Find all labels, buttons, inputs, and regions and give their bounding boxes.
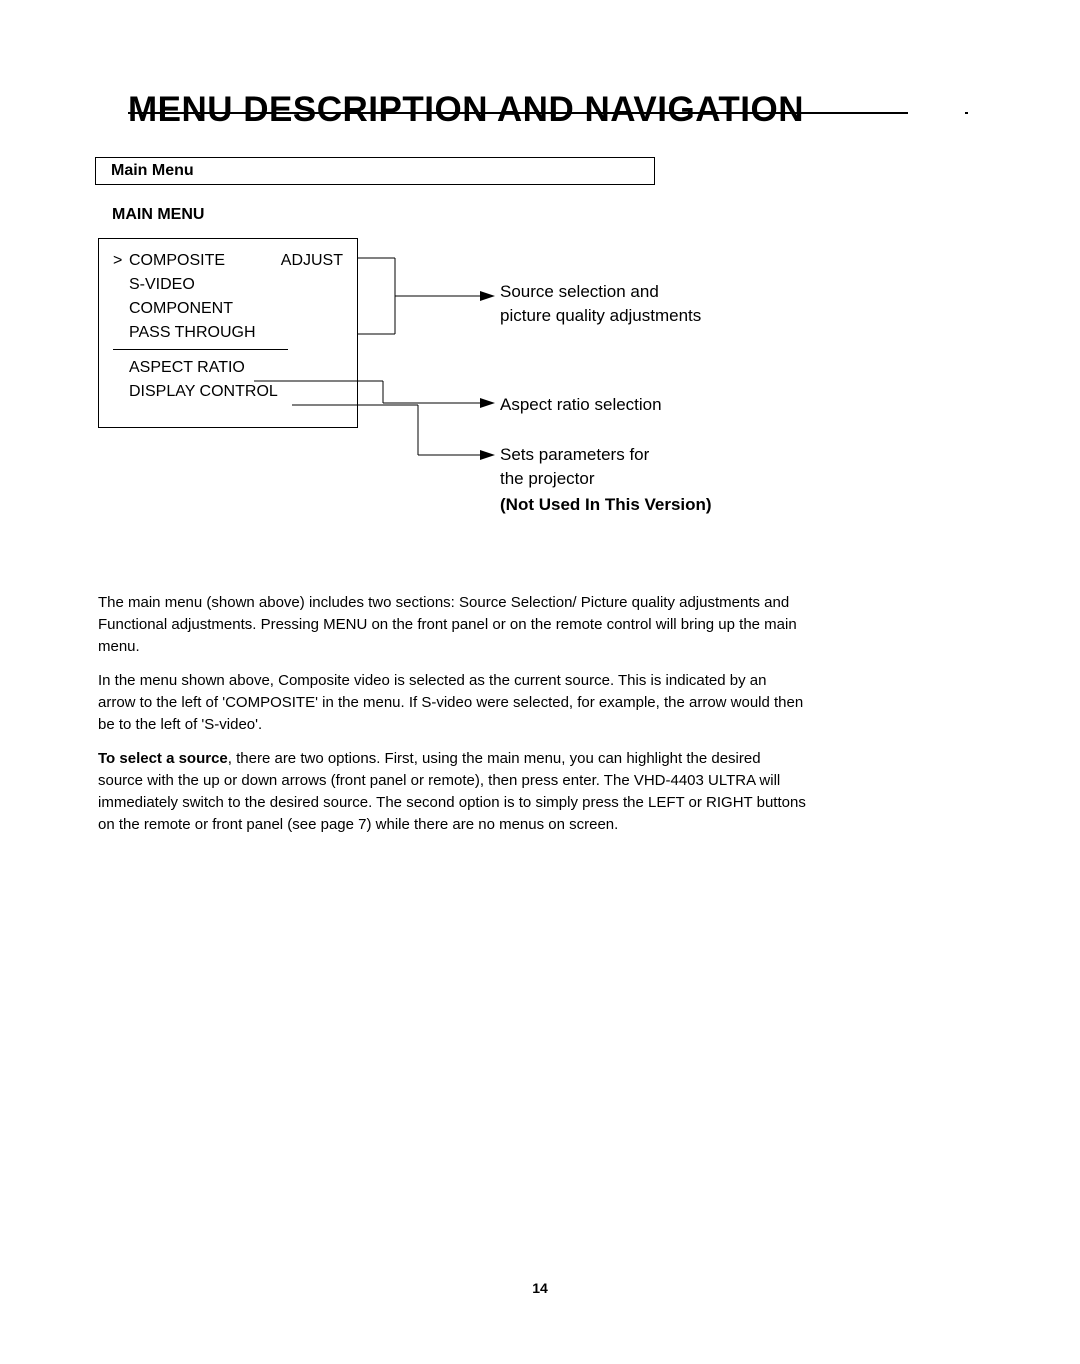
p3-strong: To select a source [98, 750, 228, 767]
paragraph-2: In the menu shown above, Composite video… [98, 670, 808, 736]
menu-item-label: PASS THROUGH [129, 321, 343, 345]
paragraph-3: To select a source, there are two option… [98, 748, 808, 836]
menu-item-label: DISPLAY CONTROL [129, 380, 343, 404]
menu-item-label: COMPONENT [129, 297, 343, 321]
menu-item-adjust: ADJUST [281, 249, 343, 273]
paragraph-1: The main menu (shown above) includes two… [98, 592, 808, 658]
menu-box: > COMPOSITE ADJUST S-VIDEO COMPONENT PAS… [98, 238, 358, 428]
annotation-line: picture quality adjustments [500, 304, 800, 328]
menu-item-label: ASPECT RATIO [129, 356, 343, 380]
menu-item-label: S-VIDEO [129, 273, 343, 297]
main-menu-label: MAIN MENU [112, 206, 204, 224]
menu-item-svideo: S-VIDEO [113, 273, 343, 297]
section-header-text: Main Menu [111, 162, 194, 180]
annotation-display-control: Sets parameters for the projector (Not U… [500, 443, 780, 517]
annotation-source-selection: Source selection and picture quality adj… [500, 280, 800, 328]
menu-item-display-control: DISPLAY CONTROL [113, 380, 343, 404]
body-text: The main menu (shown above) includes two… [98, 592, 808, 848]
page-title: MENU DESCRIPTION AND NAVIGATION [128, 90, 804, 130]
menu-item-aspect-ratio: ASPECT RATIO [113, 356, 343, 380]
annotation-line: Source selection and [500, 280, 800, 304]
menu-item-passthrough: PASS THROUGH [113, 321, 343, 345]
annotation-aspect-ratio: Aspect ratio selection [500, 393, 662, 417]
page-number: 14 [0, 1280, 1080, 1296]
annotation-line: Sets parameters for [500, 443, 780, 467]
menu-divider [113, 349, 288, 350]
menu-item-label: COMPOSITE [129, 249, 281, 273]
selected-marker: > [113, 249, 129, 273]
menu-item-composite: > COMPOSITE ADJUST [113, 249, 343, 273]
section-header: Main Menu [95, 157, 655, 185]
annotation-note: (Not Used In This Version) [500, 493, 780, 517]
annotation-line: the projector [500, 467, 780, 491]
menu-item-component: COMPONENT [113, 297, 343, 321]
